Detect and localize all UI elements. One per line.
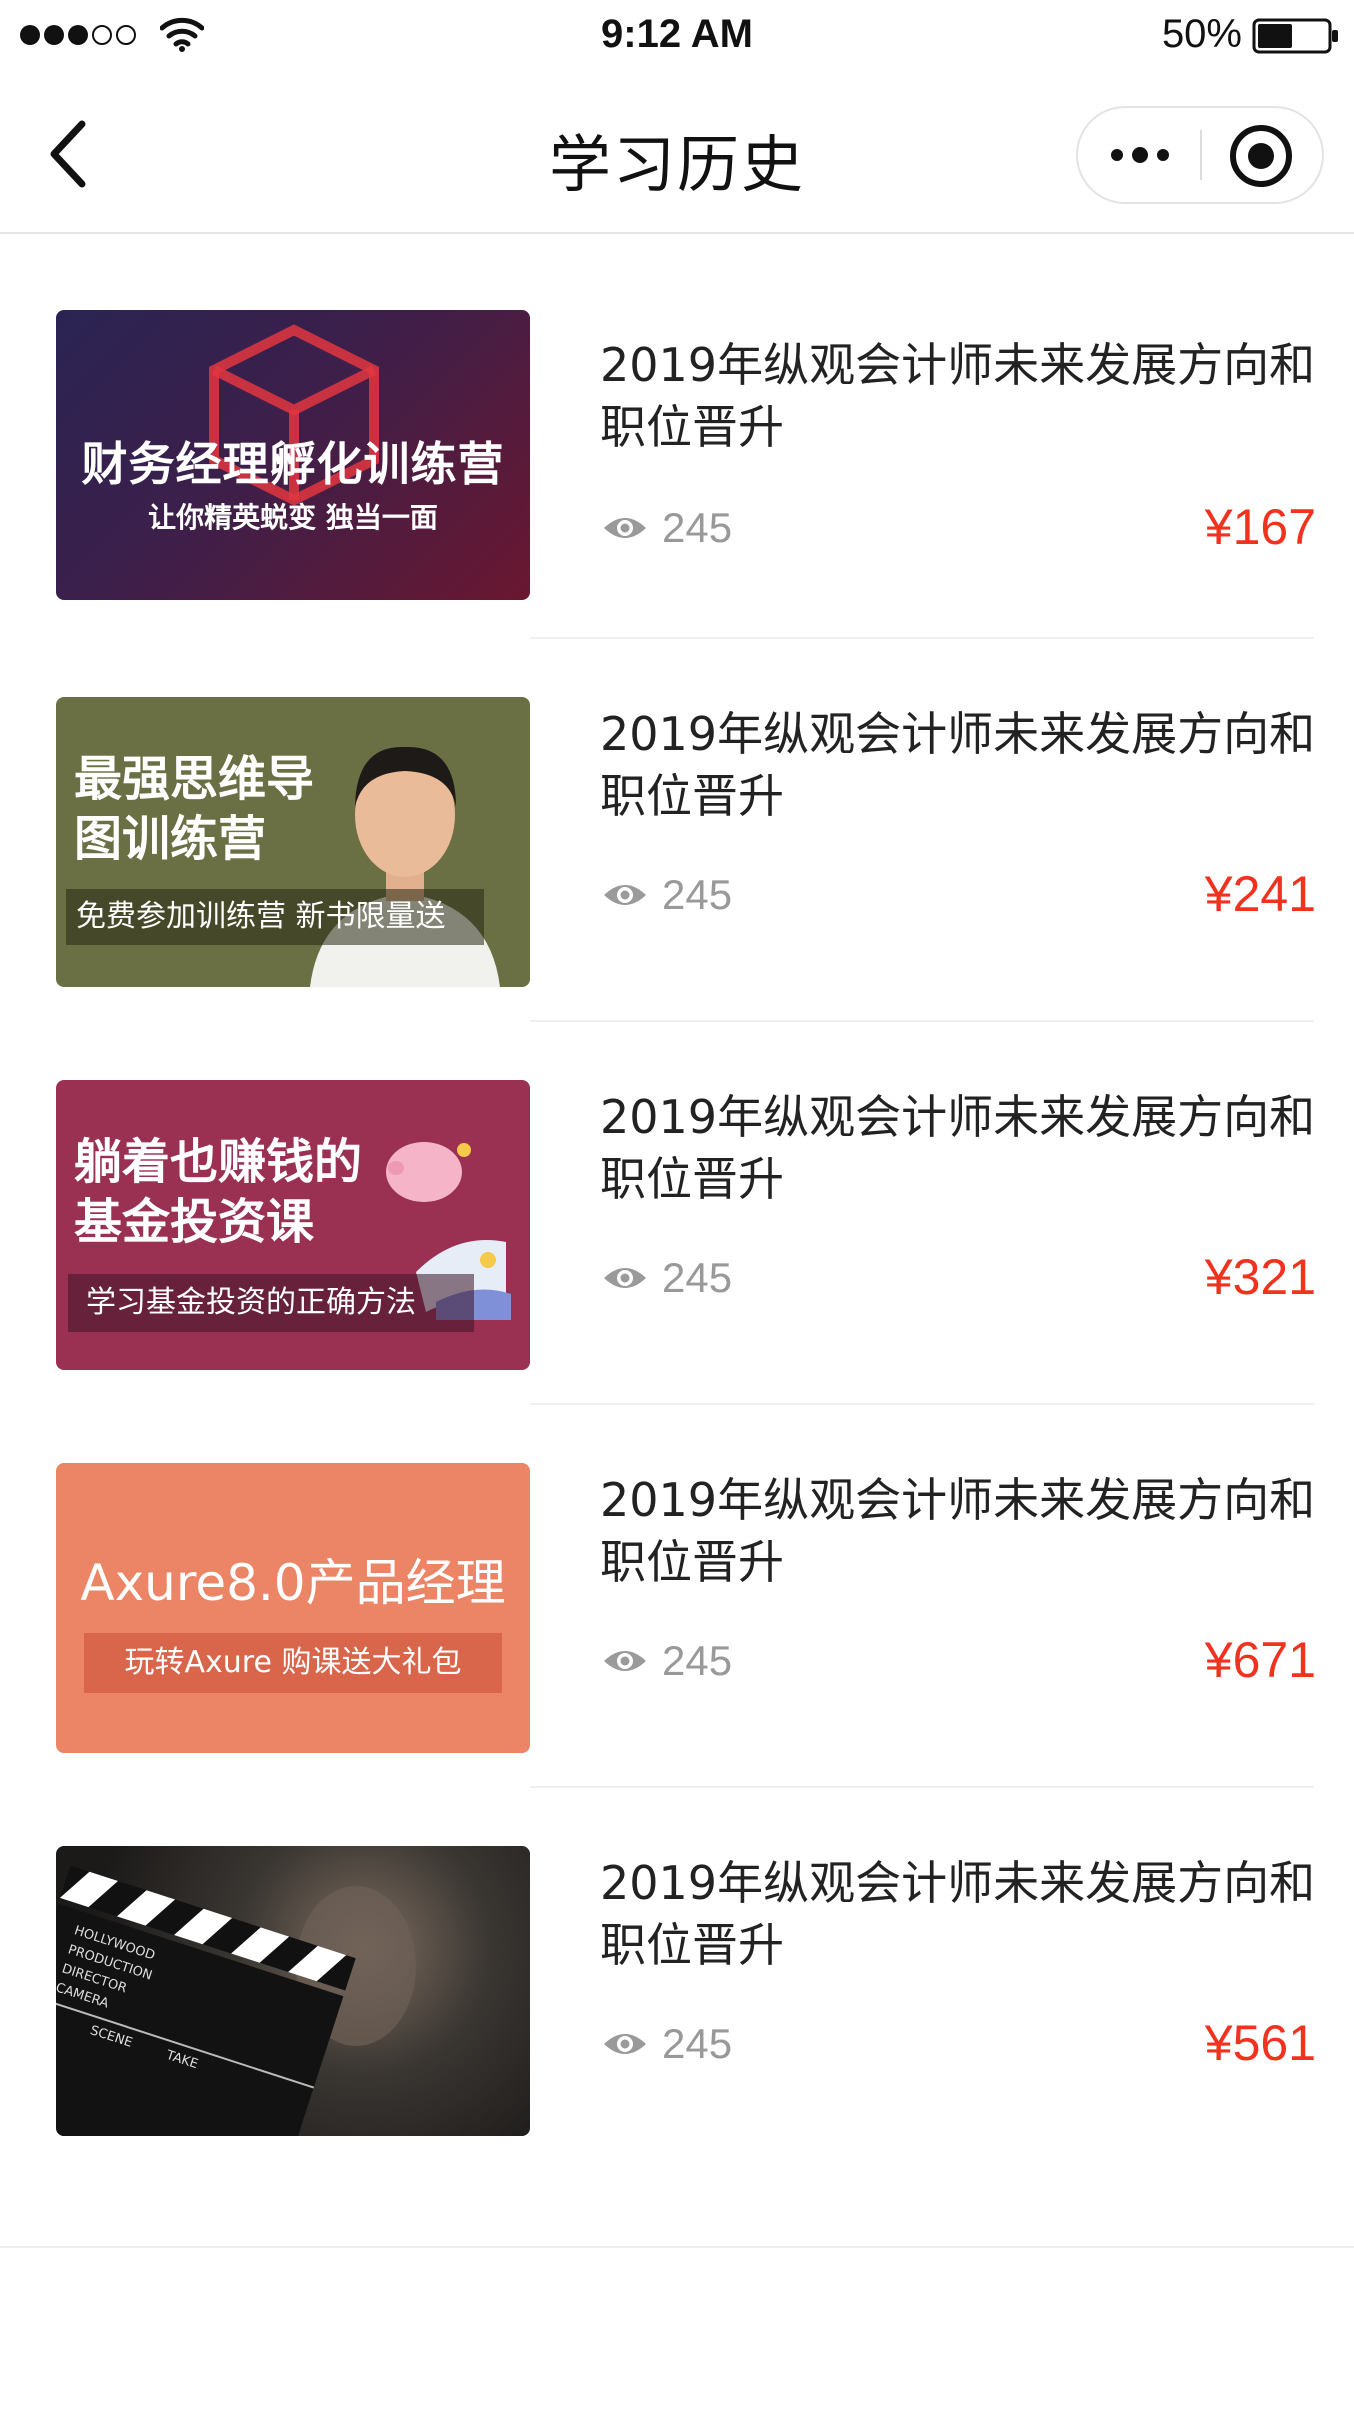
status-bar: 9:12 AM 50% bbox=[0, 0, 1354, 70]
course-price: ¥241 bbox=[1204, 866, 1316, 922]
cover-subline: 学习基金投资的正确方法 bbox=[68, 1274, 474, 1332]
course-info: 2019年纵观会计师未来发展方向和职位晋升 bbox=[600, 1469, 1324, 1593]
battery-percentage: 50% bbox=[1161, 12, 1242, 56]
view-count-value: 245 bbox=[662, 1254, 733, 1301]
course-list-item[interactable]: Axure8.0产品经理 玩转Axure 购课送大礼包 2019年纵观会计师未来… bbox=[0, 1405, 1354, 1788]
view-count: 245 bbox=[602, 2020, 732, 2068]
cover-subline: 免费参加训练营 新书限量送 bbox=[66, 889, 484, 945]
course-price: ¥671 bbox=[1204, 1632, 1316, 1688]
list-end-divider bbox=[0, 2246, 1354, 2248]
course-meta: 245 ¥671 bbox=[600, 1632, 1324, 1688]
battery-icon bbox=[1252, 18, 1338, 54]
course-list-item[interactable]: 最强思维导图训练营 免费参加训练营 新书限量送 2019年纵观会计师未来发展方向… bbox=[0, 639, 1354, 1022]
course-info: 2019年纵观会计师未来发展方向和职位晋升 bbox=[600, 1852, 1324, 1976]
capsule-divider bbox=[1200, 130, 1202, 180]
view-count-value: 245 bbox=[662, 2020, 733, 2067]
eye-icon bbox=[604, 1268, 646, 1288]
course-title: 2019年纵观会计师未来发展方向和职位晋升 bbox=[600, 338, 1316, 454]
course-meta: 245 ¥321 bbox=[600, 1249, 1324, 1305]
cover-headline: 财务经理孵化训练营 bbox=[81, 437, 505, 491]
cover-headline: 最强思维导图训练营 bbox=[74, 751, 315, 867]
eye-icon bbox=[604, 1651, 646, 1671]
eye-icon bbox=[604, 2034, 646, 2054]
course-meta: 245 ¥167 bbox=[600, 499, 1324, 555]
cover-headline: 躺着也赚钱的基金投资课 bbox=[74, 1134, 363, 1250]
cover-headline: Axure8.0产品经理 bbox=[80, 1554, 506, 1612]
eye-icon bbox=[604, 885, 646, 905]
cover-subline: 玩转Axure 购课送大礼包 bbox=[84, 1633, 502, 1693]
course-info: 2019年纵观会计师未来发展方向和职位晋升 bbox=[600, 334, 1324, 458]
view-count-value: 245 bbox=[662, 504, 733, 551]
course-cover-image[interactable]: HOLLYWOOD PRODUCTION DIRECTOR CAMERA SCE… bbox=[56, 1846, 530, 2136]
view-count-value: 245 bbox=[662, 1637, 733, 1684]
status-time: 9:12 AM bbox=[601, 12, 753, 56]
cover-subline: 让你精英蜕变 独当一面 bbox=[148, 501, 438, 534]
course-info: 2019年纵观会计师未来发展方向和职位晋升 bbox=[600, 1086, 1324, 1210]
more-options-icon[interactable] bbox=[1078, 108, 1202, 202]
course-title: 2019年纵观会计师未来发展方向和职位晋升 bbox=[600, 1856, 1316, 1972]
course-cover-image[interactable]: Axure8.0产品经理 玩转Axure 购课送大礼包 bbox=[56, 1463, 530, 1753]
course-title: 2019年纵观会计师未来发展方向和职位晋升 bbox=[600, 1473, 1316, 1589]
course-meta: 245 ¥241 bbox=[600, 866, 1324, 922]
course-title: 2019年纵观会计师未来发展方向和职位晋升 bbox=[600, 707, 1316, 823]
course-list-item[interactable]: HOLLYWOOD PRODUCTION DIRECTOR CAMERA SCE… bbox=[0, 1788, 1354, 2171]
view-count: 245 bbox=[602, 1254, 732, 1302]
learning-history-list: 财务经理孵化训练营 让你精英蜕变 独当一面 2019年纵观会计师未来发展方向和职… bbox=[0, 234, 1354, 2171]
close-mini-program-icon[interactable] bbox=[1230, 125, 1292, 187]
clapperboard-graphic: HOLLYWOOD PRODUCTION DIRECTOR CAMERA SCE… bbox=[56, 1865, 416, 2136]
view-count: 245 bbox=[602, 1637, 732, 1685]
course-title: 2019年纵观会计师未来发展方向和职位晋升 bbox=[600, 1090, 1316, 1206]
view-count: 245 bbox=[602, 871, 732, 919]
course-list-item[interactable]: 躺着也赚钱的基金投资课 学习基金投资的正确方法 2019年纵观会计师未来发展方向… bbox=[0, 1022, 1354, 1405]
course-list-item[interactable]: 财务经理孵化训练营 让你精英蜕变 独当一面 2019年纵观会计师未来发展方向和职… bbox=[0, 234, 1354, 639]
course-price: ¥561 bbox=[1204, 2015, 1316, 2071]
course-cover-image[interactable]: 最强思维导图训练营 免费参加训练营 新书限量送 bbox=[56, 697, 530, 987]
view-count: 245 bbox=[602, 504, 732, 552]
course-price: ¥321 bbox=[1204, 1249, 1316, 1305]
course-cover-image[interactable]: 躺着也赚钱的基金投资课 学习基金投资的正确方法 bbox=[56, 1080, 530, 1370]
eye-icon bbox=[604, 518, 646, 538]
mini-program-capsule bbox=[1076, 106, 1324, 204]
course-cover-image[interactable]: 财务经理孵化训练营 让你精英蜕变 独当一面 bbox=[56, 310, 530, 600]
view-count-value: 245 bbox=[662, 871, 733, 918]
course-info: 2019年纵观会计师未来发展方向和职位晋升 bbox=[600, 703, 1324, 827]
course-price: ¥167 bbox=[1204, 499, 1316, 555]
navigation-bar: 学习历史 bbox=[0, 70, 1354, 234]
course-meta: 245 ¥561 bbox=[600, 2015, 1324, 2071]
